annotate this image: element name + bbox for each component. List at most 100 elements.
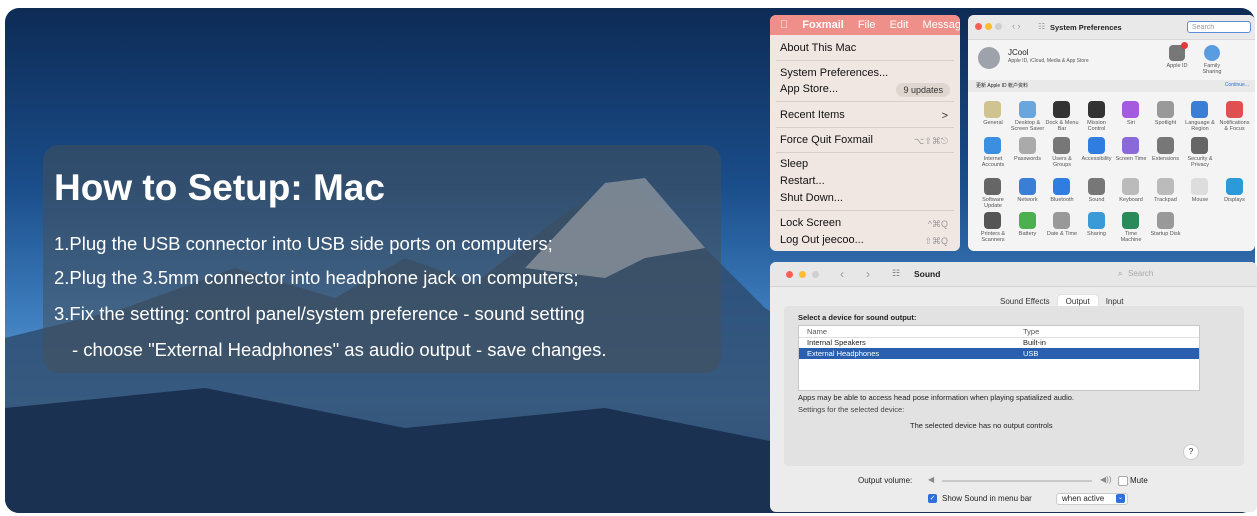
menu-message[interactable]: Messag bbox=[923, 19, 960, 31]
screen-time-label: Screen Time bbox=[1115, 156, 1147, 162]
help-button[interactable]: ? bbox=[1183, 444, 1199, 460]
search-icon[interactable]: ⌕ bbox=[1118, 269, 1122, 279]
notification-dot bbox=[1181, 42, 1188, 49]
user-subtitle: Apple ID, iCloud, Media & App Store bbox=[1008, 58, 1089, 64]
mission-control-icon[interactable] bbox=[1087, 101, 1105, 118]
desktop-screen-saver-label: Desktop & Screen Saver bbox=[1010, 120, 1045, 132]
spotlight-icon[interactable] bbox=[1156, 101, 1174, 118]
security-privacy-label: Security & Privacy bbox=[1187, 156, 1213, 168]
sound-label: Sound bbox=[1088, 197, 1105, 203]
printers-scanners-icon[interactable] bbox=[984, 212, 1001, 229]
menu-item-recent-items[interactable]: Recent Items bbox=[780, 109, 845, 121]
dock-menu-bar-icon[interactable] bbox=[1053, 101, 1070, 118]
table-row[interactable]: Internal Speakers Built-in bbox=[799, 337, 1199, 348]
siri-label: Siri bbox=[1127, 120, 1135, 126]
menu-item-log-out[interactable]: Log Out jeecoo... bbox=[780, 234, 864, 246]
menu-item-lock-screen[interactable]: Lock Screen bbox=[780, 217, 841, 229]
show-sound-label: Show Sound in menu bar bbox=[942, 494, 1032, 503]
menu-item-shut-down[interactable]: Shut Down... bbox=[780, 192, 843, 204]
screen-time-icon[interactable] bbox=[1122, 137, 1139, 154]
divider bbox=[776, 127, 954, 128]
minimize-button[interactable] bbox=[799, 271, 806, 278]
date-time-icon[interactable] bbox=[1053, 212, 1070, 229]
time-machine-icon[interactable] bbox=[1122, 212, 1139, 229]
menu-item-app-store[interactable]: App Store... bbox=[780, 83, 838, 95]
family-sharing-icon[interactable] bbox=[1204, 45, 1220, 61]
bluetooth-icon[interactable] bbox=[1053, 178, 1070, 195]
sound-icon[interactable] bbox=[1087, 178, 1105, 195]
device-settings-label: Settings for the selected device: bbox=[798, 405, 905, 414]
notifications-focus-icon[interactable] bbox=[1225, 101, 1243, 118]
menu-file[interactable]: File bbox=[858, 19, 876, 31]
users-groups-icon[interactable] bbox=[1053, 137, 1070, 154]
desktop-screen-saver-icon[interactable] bbox=[1018, 101, 1036, 118]
network-icon[interactable] bbox=[1018, 178, 1036, 195]
menu-item-sleep[interactable]: Sleep bbox=[780, 158, 808, 170]
window-titlebar: ‹ › ☷ Sound ⌕ Search bbox=[770, 262, 1257, 287]
battery-label: Battery bbox=[1018, 231, 1037, 237]
displays-label: Displays bbox=[1224, 197, 1245, 203]
sharing-label: Sharing bbox=[1087, 231, 1106, 237]
mouse-icon[interactable] bbox=[1191, 178, 1208, 195]
menu-edit[interactable]: Edit bbox=[890, 19, 909, 31]
grid-icon[interactable]: ☷ bbox=[1038, 22, 1045, 31]
close-button[interactable] bbox=[975, 23, 982, 30]
displays-icon[interactable] bbox=[1225, 178, 1243, 195]
menu-item-system-preferences[interactable]: System Preferences... bbox=[780, 67, 888, 79]
general-label: General bbox=[983, 120, 1003, 126]
date-time-label: Date & Time bbox=[1046, 231, 1078, 237]
grid-icon[interactable]: ☷ bbox=[892, 268, 900, 279]
software-update-icon[interactable] bbox=[984, 178, 1001, 195]
back-icon[interactable]: ‹ bbox=[840, 267, 844, 281]
sharing-icon[interactable] bbox=[1087, 212, 1105, 229]
apple-icon[interactable]:  bbox=[780, 19, 788, 31]
volume-slider[interactable] bbox=[942, 480, 1092, 482]
startup-disk-icon[interactable] bbox=[1156, 212, 1174, 229]
step-2: 2.Plug the 3.5mm connector into headphon… bbox=[54, 267, 579, 288]
apple-id-label: Apple ID bbox=[1166, 63, 1188, 69]
close-button[interactable] bbox=[786, 271, 793, 278]
accessibility-icon[interactable] bbox=[1087, 137, 1105, 154]
device-name: External Headphones bbox=[807, 349, 880, 358]
page-title: How to Setup: Mac bbox=[54, 167, 385, 208]
battery-icon[interactable] bbox=[1018, 212, 1036, 229]
select-device-label: Select a device for sound output: bbox=[798, 313, 917, 322]
chevron-right-icon: > bbox=[941, 110, 948, 122]
column-type[interactable]: Type bbox=[1023, 326, 1039, 337]
language-region-icon[interactable] bbox=[1191, 101, 1208, 118]
menu-item-about[interactable]: About This Mac bbox=[780, 42, 856, 54]
device-type: USB bbox=[1023, 349, 1039, 358]
mute-checkbox[interactable] bbox=[1118, 476, 1128, 486]
user-name: JCool bbox=[1008, 48, 1029, 57]
zoom-button[interactable] bbox=[995, 23, 1002, 30]
table-row-selected[interactable]: External Headphones USB bbox=[799, 348, 1199, 359]
column-name[interactable]: Name bbox=[807, 326, 827, 337]
internet-accounts-icon[interactable] bbox=[984, 137, 1001, 154]
forward-icon[interactable]: › bbox=[866, 267, 870, 281]
menu-foxmail[interactable]: Foxmail bbox=[802, 19, 844, 31]
updates-badge: 9 updates bbox=[896, 83, 950, 97]
siri-icon[interactable] bbox=[1122, 101, 1139, 118]
continue-link[interactable]: Continue... bbox=[1225, 82, 1249, 88]
avatar[interactable] bbox=[978, 47, 1000, 69]
minimize-button[interactable] bbox=[985, 23, 992, 30]
back-forward-icon[interactable]: ‹ › bbox=[1012, 21, 1021, 31]
divider bbox=[776, 210, 954, 211]
window-title: Sound bbox=[914, 269, 941, 279]
show-sound-checkbox[interactable]: ✓ bbox=[928, 494, 937, 503]
general-icon[interactable] bbox=[984, 101, 1001, 118]
divider bbox=[776, 60, 954, 61]
trackpad-icon[interactable] bbox=[1156, 178, 1174, 195]
security-privacy-icon[interactable] bbox=[1191, 137, 1208, 154]
zoom-button[interactable] bbox=[812, 271, 819, 278]
divider bbox=[776, 101, 954, 102]
step-3: 3.Fix the setting: control panel/system … bbox=[54, 303, 585, 324]
keyboard-icon[interactable] bbox=[1122, 178, 1139, 195]
search-input[interactable]: Search bbox=[1128, 269, 1153, 278]
search-input[interactable]: Search bbox=[1187, 21, 1251, 33]
menu-item-restart[interactable]: Restart... bbox=[780, 175, 825, 187]
passwords-icon[interactable] bbox=[1018, 137, 1036, 154]
notice-text: 更新 Apple ID 帐户资料 bbox=[976, 83, 1028, 89]
extensions-icon[interactable] bbox=[1156, 137, 1174, 154]
menu-item-force-quit[interactable]: Force Quit Foxmail bbox=[780, 134, 873, 146]
